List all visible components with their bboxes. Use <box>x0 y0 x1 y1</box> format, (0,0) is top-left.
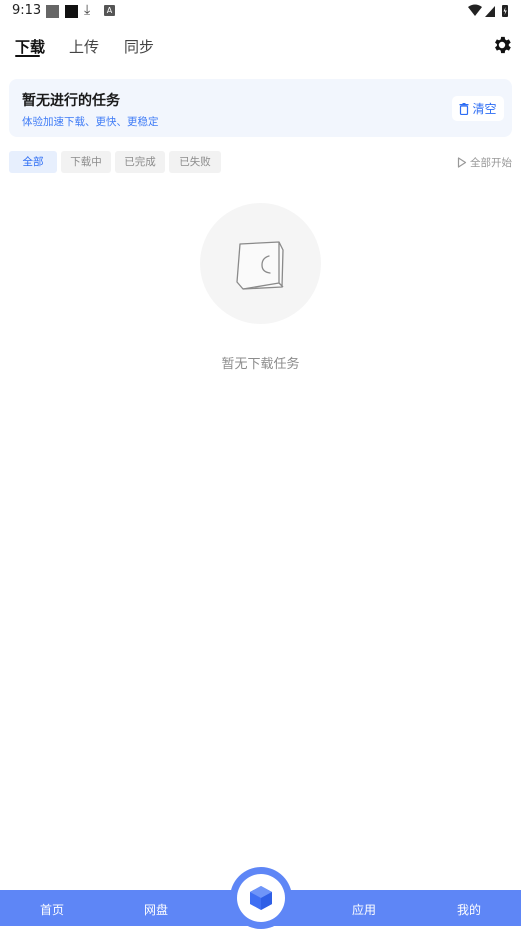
task-card-subtitle[interactable]: 体验加速下载、更快、更稳定 <box>22 114 159 129</box>
start-all-button[interactable]: 全部开始 <box>457 155 512 170</box>
cube-icon <box>250 886 272 910</box>
tab-sync[interactable]: 同步 <box>124 36 154 57</box>
download-notification-icon: ⤓ <box>84 2 91 18</box>
task-card-title: 暂无进行的任务 <box>22 93 120 109</box>
empty-state-text: 暂无下载任务 <box>221 357 300 372</box>
clear-button-label: 清空 <box>472 102 497 116</box>
notification-icon-dark <box>65 5 78 18</box>
nav-item-cloud-drive[interactable]: 网盘 <box>144 901 168 918</box>
nav-item-home[interactable]: 首页 <box>40 901 64 918</box>
filter-downloading[interactable]: 下载中 <box>61 151 111 173</box>
active-tab-indicator <box>15 55 40 57</box>
clear-button[interactable]: 清空 <box>452 96 504 121</box>
wifi-icon <box>468 4 482 16</box>
nav-item-apps[interactable]: 应用 <box>352 901 376 918</box>
notification-icon <box>46 5 59 18</box>
empty-box-icon <box>236 241 284 290</box>
filter-failed[interactable]: 已失败 <box>169 151 221 173</box>
play-icon <box>457 157 467 168</box>
signal-icon <box>485 6 495 17</box>
system-status-icons <box>468 4 508 17</box>
tab-download[interactable]: 下载 <box>15 36 45 57</box>
empty-state-illustration <box>200 203 321 324</box>
filter-all[interactable]: 全部 <box>9 151 57 173</box>
nav-item-profile[interactable]: 我的 <box>457 901 481 918</box>
start-all-label: 全部开始 <box>470 157 512 169</box>
a-notification-icon: A <box>104 5 115 16</box>
task-status-card: 暂无进行的任务 体验加速下载、更快、更稳定 清空 <box>9 79 512 137</box>
trash-icon <box>459 102 469 115</box>
nav-center-button[interactable] <box>237 874 285 922</box>
status-time: 9:13 <box>12 3 42 18</box>
tab-upload[interactable]: 上传 <box>69 36 99 57</box>
filter-completed[interactable]: 已完成 <box>115 151 165 173</box>
gear-icon[interactable] <box>491 34 513 56</box>
status-bar: 9:13 ⤓ A <box>0 0 521 22</box>
transfer-tabs: 下载 上传 同步 <box>0 30 521 64</box>
